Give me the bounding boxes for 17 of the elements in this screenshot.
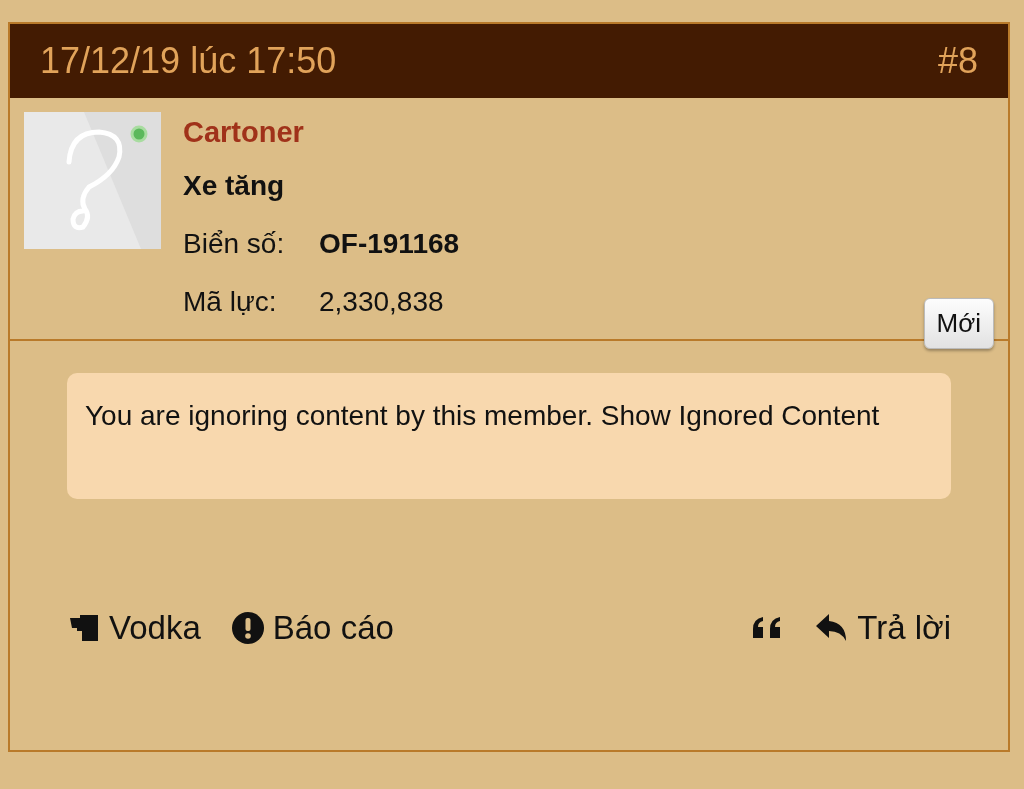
- field-label: Mã lực:: [183, 285, 278, 319]
- user-rank: Xe tăng: [183, 169, 286, 203]
- field-label: Biển số:: [183, 227, 286, 261]
- report-link[interactable]: Báo cáo: [230, 609, 394, 647]
- link-label: Vodka: [109, 609, 201, 647]
- vodka-link[interactable]: Vodka: [67, 609, 201, 647]
- username[interactable]: Cartoner: [183, 114, 460, 150]
- ignored-notice: You are ignoring content by this member. Show Ignored Content: [67, 373, 951, 499]
- post-date: 17/12/19 lúc 17:50: [40, 40, 337, 82]
- link-label: Báo cáo: [272, 609, 394, 647]
- new-badge[interactable]: Mới: [923, 298, 994, 349]
- field-value: 2,330,838: [319, 285, 444, 319]
- link-label: Trả lời: [857, 609, 951, 647]
- field-value: OF-191168: [319, 227, 460, 261]
- reply-link[interactable]: Trả lời: [815, 609, 951, 647]
- exclamation-icon: [230, 611, 265, 645]
- post-number[interactable]: #8: [937, 40, 978, 82]
